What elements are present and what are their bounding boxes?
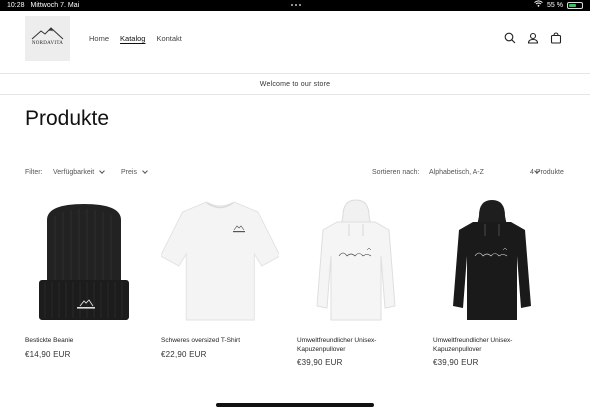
product-name[interactable]: Bestickte Beanie xyxy=(25,337,143,346)
filter-bar: Filter: Verfügbarkeit Preis Sortieren na… xyxy=(25,168,565,179)
announcement-bar: Welcome to our store xyxy=(0,75,590,95)
account-icon[interactable] xyxy=(527,31,539,44)
product-name[interactable]: Umweltfreundlicher Unisex-Kapuzenpullove… xyxy=(433,337,551,354)
sort-select[interactable]: Alphabetisch, A-Z xyxy=(429,168,540,176)
home-indicator[interactable] xyxy=(216,403,374,407)
battery-icon xyxy=(567,2,583,9)
wifi-icon xyxy=(534,0,543,11)
product-card[interactable]: Umweltfreundlicher Unisex-Kapuzenpullove… xyxy=(297,196,415,367)
store-logo[interactable]: NORDAVITA xyxy=(25,16,70,61)
battery-percent: 55 % xyxy=(547,2,563,9)
status-time: 10:28 xyxy=(7,2,25,9)
product-card[interactable]: Umweltfreundlicher Unisex-Kapuzenpullove… xyxy=(433,196,551,367)
product-name[interactable]: Umweltfreundlicher Unisex-Kapuzenpullove… xyxy=(297,337,415,354)
status-bar: 10:28 Mittwoch 7. Mai 55 % xyxy=(0,0,590,11)
price-filter-label: Preis xyxy=(121,169,137,176)
white-hoodie-image[interactable] xyxy=(297,196,415,326)
product-card[interactable]: Schweres oversized T-Shirt €22,90 EUR xyxy=(159,196,281,359)
sort-label: Sortieren nach: xyxy=(372,169,420,176)
availability-filter[interactable]: Verfügbarkeit xyxy=(53,168,106,176)
chevron-down-icon xyxy=(142,168,148,174)
nav-katalog[interactable]: Katalog xyxy=(120,34,145,43)
tshirt-image[interactable] xyxy=(159,196,281,326)
status-date: Mittwoch 7. Mai xyxy=(30,2,80,9)
product-card[interactable]: Bestickte Beanie €14,90 EUR xyxy=(25,196,143,359)
page-title: Produkte xyxy=(25,107,110,130)
product-count: 4 Produkte xyxy=(530,169,564,176)
black-hoodie-image[interactable] xyxy=(433,196,551,326)
nav-kontakt[interactable]: Kontakt xyxy=(156,34,181,43)
chevron-down-icon xyxy=(99,168,106,174)
filter-label: Filter: xyxy=(25,169,43,176)
multitasking-dots-icon[interactable] xyxy=(291,4,301,6)
mountain-logo-icon xyxy=(31,27,64,40)
search-icon[interactable] xyxy=(504,31,516,44)
main-nav: Home Katalog Kontakt xyxy=(89,34,182,43)
availability-filter-label: Verfügbarkeit xyxy=(53,169,95,176)
product-name[interactable]: Schweres oversized T-Shirt xyxy=(161,337,279,346)
sort-value: Alphabetisch, A-Z xyxy=(429,169,484,176)
product-price: €39,90 EUR xyxy=(297,358,343,367)
product-price: €39,90 EUR xyxy=(433,358,479,367)
logo-text: NORDAVITA xyxy=(31,41,64,46)
product-price: €22,90 EUR xyxy=(161,350,207,359)
nav-home[interactable]: Home xyxy=(89,34,109,43)
site-header: NORDAVITA Home Katalog Kontakt xyxy=(0,11,590,74)
price-filter[interactable]: Preis xyxy=(121,168,148,176)
beanie-image[interactable] xyxy=(25,196,143,326)
cart-icon[interactable] xyxy=(550,31,562,44)
product-price: €14,90 EUR xyxy=(25,350,71,359)
